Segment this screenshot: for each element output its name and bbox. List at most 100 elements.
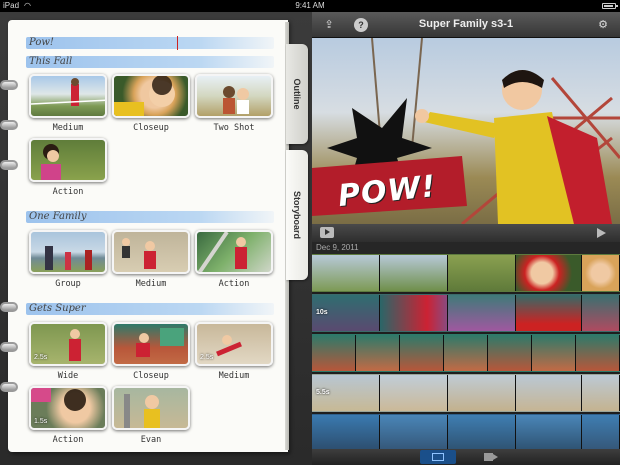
timeline-strip[interactable] (312, 254, 620, 292)
clip-image (41, 144, 61, 180)
clip-label: Closeup (133, 123, 169, 133)
section-heading[interactable]: One Family (29, 211, 87, 222)
battery-icon (602, 3, 618, 9)
tab-storyboard[interactable]: Storyboard (286, 150, 308, 280)
clip-label: Action (52, 435, 84, 445)
app-screen: iPad ◠ 9:41 AM Outline Storyboard Pow! T… (0, 0, 620, 465)
clip-thumbnail[interactable] (29, 74, 107, 118)
video-preview[interactable]: POW! (312, 38, 620, 224)
timeline-clip[interactable] (516, 375, 582, 411)
storyboard-view-button[interactable] (420, 450, 456, 464)
binder-ring (0, 382, 18, 392)
clip-thumbnail[interactable] (112, 74, 190, 118)
clip-image (197, 232, 247, 272)
clip-image (45, 246, 92, 270)
timeline-clip[interactable] (380, 415, 448, 449)
storyboard-view-icon (432, 453, 444, 461)
timeline-clip[interactable] (380, 295, 448, 331)
clip-thumbnail[interactable]: 2.5s (29, 322, 107, 366)
clip-image (136, 328, 184, 357)
clip-duration: 2.5s (200, 354, 214, 361)
clip-thumbnail[interactable] (112, 322, 190, 366)
section-heading[interactable]: This Fall (29, 56, 72, 67)
timeline-clip[interactable] (312, 255, 380, 291)
timeline-clip[interactable] (582, 255, 620, 291)
timeline-clip[interactable] (356, 335, 400, 371)
clip-duration: 10s (316, 309, 328, 316)
clip-thumbnail[interactable] (195, 74, 273, 118)
timeline-strip[interactable]: 10s (312, 294, 620, 332)
timeline-clip[interactable] (582, 295, 620, 331)
playback-bar (312, 224, 620, 242)
clip-label: Two Shot (213, 123, 255, 133)
gear-icon[interactable]: ⚙ (596, 18, 610, 32)
clip-duration: 5.5s (316, 389, 330, 396)
timeline-clip[interactable] (488, 335, 532, 371)
clip-thumbnail[interactable] (195, 230, 273, 274)
clip-label: Closeup (133, 371, 169, 381)
text-cursor (177, 36, 178, 50)
play-full-icon[interactable] (597, 228, 606, 238)
clip-label: Group (55, 279, 81, 289)
timeline-strip[interactable] (312, 334, 620, 372)
clip-duration: 1.5s (34, 418, 48, 425)
project-toolbar: ⇪ ? Super Family s3-1 ⚙ (312, 12, 620, 38)
timeline-clip[interactable] (582, 375, 620, 411)
clip-thumbnail[interactable] (29, 230, 107, 274)
clip-thumbnail[interactable] (112, 386, 190, 430)
camera-icon (484, 453, 498, 461)
timeline-clip[interactable]: 10s (312, 295, 380, 331)
binder-ring (0, 302, 18, 312)
binder-ring (0, 342, 18, 352)
clip-image (114, 76, 175, 116)
tab-storyboard-label: Storyboard (292, 190, 302, 240)
timeline-clip[interactable] (576, 335, 620, 371)
clip-thumbnail[interactable] (112, 230, 190, 274)
date-header: Dec 9, 2011 (312, 242, 620, 254)
section-heading[interactable]: Gets Super (29, 303, 86, 314)
clip-duration: 2.5s (34, 354, 48, 361)
timeline-clip[interactable] (448, 255, 516, 291)
timeline-clip[interactable] (448, 295, 516, 331)
timeline-clip[interactable] (380, 375, 448, 411)
timeline-clip[interactable] (400, 335, 444, 371)
timeline-clip[interactable] (444, 335, 488, 371)
clip-label: Medium (218, 371, 250, 381)
clip-image (124, 394, 160, 428)
timeline-clip[interactable] (448, 375, 516, 411)
clip-thumbnail[interactable]: 1.5s (29, 386, 107, 430)
timeline-strip[interactable]: 5.5s (312, 374, 620, 412)
clip-label: Medium (52, 123, 84, 133)
timeline-clip[interactable] (516, 295, 582, 331)
play-icon[interactable] (320, 227, 334, 238)
clip-label: Wide (57, 371, 79, 381)
title-banner (26, 37, 274, 49)
timeline-clip[interactable] (516, 415, 582, 449)
timeline-clip[interactable] (448, 415, 516, 449)
clip-image (223, 86, 249, 114)
timeline-clip[interactable] (516, 255, 582, 291)
title-line[interactable]: Pow! (29, 37, 54, 48)
clip-image (31, 78, 105, 106)
clip-thumbnail[interactable]: 2.5s (195, 322, 273, 366)
status-bar: iPad ◠ 9:41 AM (0, 0, 620, 12)
clip-label: Action (218, 279, 250, 289)
timeline-clip[interactable] (532, 335, 576, 371)
timeline-clip[interactable] (312, 335, 356, 371)
camera-button[interactable] (472, 450, 508, 464)
binder-ring (0, 120, 18, 130)
timeline-clip[interactable] (582, 415, 620, 449)
timeline-strip[interactable] (312, 414, 620, 449)
binder-ring (0, 80, 18, 90)
view-switcher (312, 449, 620, 465)
clip-label: Medium (135, 279, 167, 289)
timeline-clip[interactable]: 5.5s (312, 375, 380, 411)
battery-level (604, 5, 613, 7)
timeline-clip[interactable] (380, 255, 448, 291)
tab-outline[interactable]: Outline (286, 44, 308, 144)
clip-thumbnail[interactable] (29, 138, 107, 182)
clip-label: Action (52, 187, 84, 197)
project-title: Super Family s3-1 (418, 18, 514, 30)
timeline-clip[interactable] (312, 415, 380, 449)
project-pane: ⇪ ? Super Family s3-1 ⚙ POW! Dec 9, 2011… (312, 12, 620, 465)
